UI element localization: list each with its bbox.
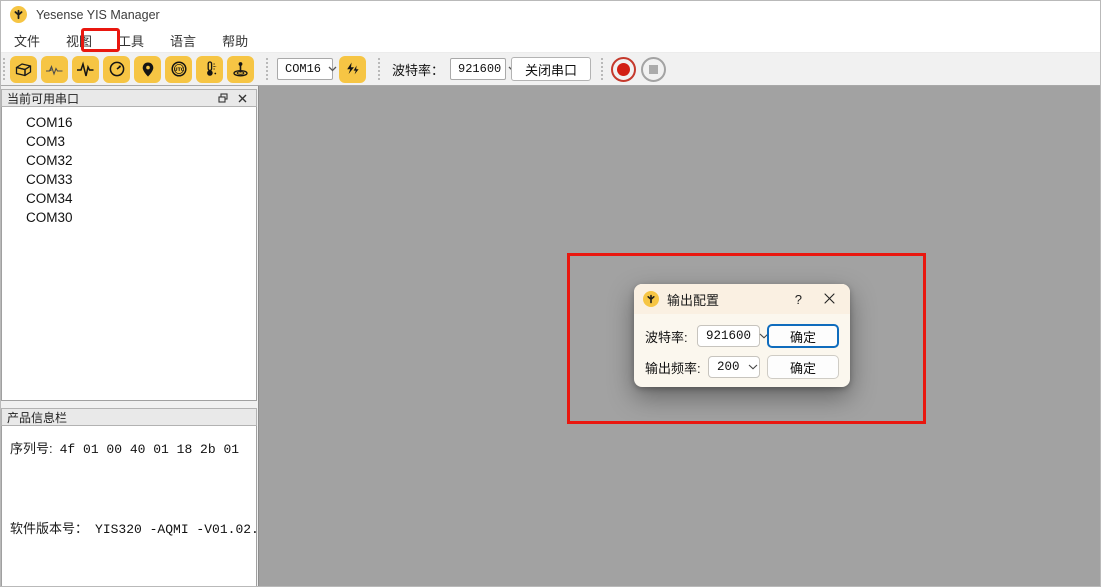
menu-item-language[interactable]: 语言 [159, 28, 207, 53]
baud-rate-select[interactable]: 921600 [450, 58, 506, 80]
menu-item-help[interactable]: 帮助 [211, 28, 259, 53]
location-pin-button[interactable] [134, 56, 161, 83]
chevron-down-icon [748, 360, 758, 374]
ports-panel-header: 当前可用串口 [1, 89, 257, 107]
titlebar: Yesense YIS Manager [1, 1, 1100, 28]
menu-item-tools[interactable]: 工具 [107, 28, 155, 53]
toolbar-grip[interactable] [266, 58, 270, 80]
port-list: COM16 COM3 COM32 COM33 COM34 COM30 [1, 107, 257, 401]
record-icon [617, 63, 630, 76]
com-port-select[interactable]: COM16 [277, 58, 333, 80]
app-title: Yesense YIS Manager [36, 8, 160, 22]
cube-3d-button[interactable] [10, 56, 37, 83]
record-button[interactable] [611, 57, 636, 82]
port-list-item[interactable]: COM32 [2, 151, 256, 170]
info-panel-title: 产品信息栏 [7, 409, 67, 426]
port-list-item[interactable]: COM33 [2, 170, 256, 189]
toolbar-grip[interactable] [601, 58, 605, 80]
dialog-help-button[interactable]: ? [783, 292, 814, 307]
thermometer-button[interactable] [196, 56, 223, 83]
dialog-baud-select[interactable]: 921600 [697, 325, 760, 347]
dialog-titlebar: 输出配置 ? [634, 284, 850, 314]
app-window: Yesense YIS Manager 文件 视图 工具 语言 帮助 [0, 0, 1101, 587]
dialog-body: 波特率: 921600 确定 输出频率: 200 确定 [634, 314, 850, 379]
dialog-baud-value: 921600 [706, 329, 751, 343]
gauge-button[interactable] [103, 56, 130, 83]
com-port-value: COM16 [285, 62, 321, 76]
dock-splitter[interactable] [1, 401, 257, 408]
port-list-item[interactable]: COM3 [2, 132, 256, 151]
product-info-panel: 序列号: 4f 01 00 40 01 18 2b 01 软件版本号： YIS3… [1, 426, 257, 587]
close-icon [824, 292, 835, 307]
toolbar-grip[interactable] [3, 58, 7, 80]
svg-text:UTC: UTC [173, 67, 184, 73]
serial-number-label: 序列号: [10, 438, 53, 457]
toolbar: UTC COM16 [1, 53, 1100, 86]
dialog-close-button[interactable] [814, 292, 841, 307]
baud-confirm-button[interactable]: 确定 [767, 324, 839, 348]
yesense-logo-icon [10, 6, 27, 23]
dialog-output-rate-label: 输出频率: [645, 358, 701, 377]
software-version-row: 软件版本号： YIS320 -AQMI -V01.02.03; [10, 518, 257, 537]
stop-icon [649, 65, 658, 74]
chevron-down-icon [328, 62, 337, 76]
info-panel-header: 产品信息栏 [1, 408, 257, 426]
dialog-output-rate-select[interactable]: 200 [708, 356, 760, 378]
float-panel-button[interactable] [214, 91, 231, 105]
baud-rate-value: 921600 [458, 62, 501, 76]
yesense-logo-icon [643, 291, 659, 307]
menubar: 文件 视图 工具 语言 帮助 [1, 28, 1100, 53]
close-panel-button[interactable] [234, 91, 251, 105]
serial-number-row: 序列号: 4f 01 00 40 01 18 2b 01 [10, 438, 239, 457]
dialog-title: 输出配置 [667, 290, 783, 309]
port-list-item[interactable]: COM30 [2, 208, 256, 227]
port-list-item[interactable]: COM16 [2, 113, 256, 132]
output-config-dialog: 输出配置 ? 波特率: 921600 确定 输出频率: [634, 284, 850, 387]
software-version-label: 软件版本号： [10, 518, 88, 537]
attitude-waveform-button[interactable] [41, 56, 68, 83]
menu-item-file[interactable]: 文件 [3, 28, 51, 53]
close-serial-port-button[interactable]: 关闭串口 [511, 57, 591, 81]
raw-waveform-button[interactable] [72, 56, 99, 83]
menu-item-view[interactable]: 视图 [55, 28, 103, 53]
stop-button[interactable] [641, 57, 666, 82]
output-rate-row: 输出频率: 200 确定 [645, 355, 839, 379]
toolbar-grip[interactable] [378, 58, 382, 80]
dialog-baud-label: 波特率: [645, 327, 688, 346]
dialog-output-rate-value: 200 [717, 360, 740, 374]
baud-rate-row: 波特率: 921600 确定 [645, 324, 839, 348]
joystick-button[interactable] [227, 56, 254, 83]
baud-rate-label: 波特率： [392, 60, 444, 79]
utc-clock-button[interactable]: UTC [165, 56, 192, 83]
ports-panel-title: 当前可用串口 [7, 90, 79, 107]
refresh-ports-button[interactable] [339, 56, 366, 83]
port-list-item[interactable]: COM34 [2, 189, 256, 208]
output-rate-confirm-button[interactable]: 确定 [767, 355, 839, 379]
serial-number-value: 4f 01 00 40 01 18 2b 01 [60, 442, 239, 457]
software-version-value: YIS320 -AQMI -V01.02.03; [95, 522, 257, 537]
left-dock-panel: 当前可用串口 COM16 COM3 COM32 COM33 COM34 COM3… [1, 86, 259, 587]
